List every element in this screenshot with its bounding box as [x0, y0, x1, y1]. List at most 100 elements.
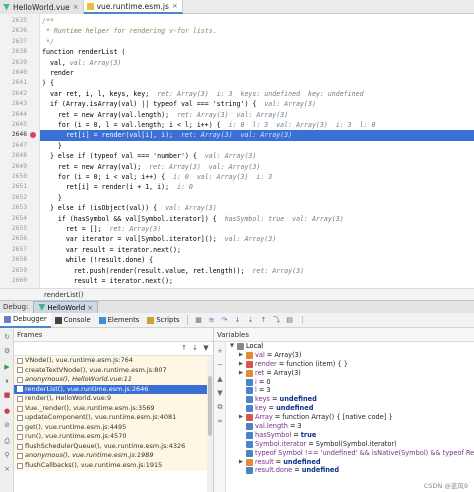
line-number[interactable]: 2640 [0, 68, 27, 78]
settings-icon[interactable]: ⚙ [2, 346, 12, 356]
stack-frame[interactable]: get(), vue.runtime.esm.js:4495 [14, 422, 213, 433]
pause-icon[interactable]: ⏸ [2, 376, 12, 386]
code-line[interactable]: ret[i] = render(i + 1, i); i: 0 [40, 182, 474, 192]
current-execution-line[interactable]: ret[i] = render(val[i], i); ret: Array(3… [40, 130, 474, 141]
frames-scrollbar[interactable] [207, 356, 213, 492]
print-icon[interactable]: ⎙ [2, 436, 12, 446]
close-icon[interactable]: × [2, 464, 12, 474]
variable-row[interactable]: ▶ val = Array(3) [226, 351, 474, 360]
variable-row[interactable]: keys = undefined [226, 395, 474, 404]
line-number[interactable]: 2650 [0, 172, 27, 182]
line-number[interactable]: 2660 [0, 276, 27, 286]
code-line[interactable]: result = iterator.next(); [40, 276, 474, 286]
code-line[interactable]: } else if (isObject(val)) { val: Array(3… [40, 203, 474, 213]
line-number[interactable]: 2643 [0, 99, 27, 109]
line-number[interactable]: 2645 [0, 120, 27, 130]
line-number[interactable]: 2642 [0, 89, 27, 99]
run-to-cursor-icon[interactable]: ⤵ [272, 315, 282, 325]
code-line[interactable]: var iterator = val[Symbol.iterator](); v… [40, 234, 474, 244]
variable-row[interactable]: ▶ Array = function Array() { [native code… [226, 413, 474, 422]
code-line[interactable]: val, val: Array(3) [40, 58, 474, 68]
code-line[interactable]: * Runtime helper for rendering v-for lis… [40, 26, 474, 36]
pin-icon[interactable]: ⚲ [2, 450, 12, 460]
code-line[interactable]: var ret, i, l, keys, key; ret: Array(3) … [40, 89, 474, 99]
code-line[interactable]: ret.push(render(result.value, ret.length… [40, 266, 474, 276]
glasses-icon[interactable]: ∞ [215, 416, 225, 426]
line-number[interactable]: 2652 [0, 193, 27, 203]
stack-frame[interactable]: render(), HelloWorld.vue:9 [14, 394, 213, 404]
variable-row[interactable]: ▶ ret = Array(3) [226, 369, 474, 378]
code-line[interactable]: } else if (typeof val === 'number') { va… [40, 151, 474, 161]
breakpoint-icon[interactable] [30, 132, 36, 139]
tab-elements[interactable]: Elements [95, 313, 144, 328]
tab-debugger[interactable]: Debugger [0, 312, 51, 328]
line-number[interactable]: 2647 [0, 141, 27, 151]
copy-icon[interactable]: ⧉ [215, 402, 225, 412]
code-area[interactable]: /** * Runtime helper for rendering v-for… [40, 14, 474, 288]
code-line[interactable]: var result = iterator.next(); [40, 245, 474, 255]
breadcrumb-function[interactable]: renderList() [44, 291, 84, 299]
line-number[interactable]: 2654 [0, 214, 27, 224]
rerun-icon[interactable]: ↻ [2, 332, 12, 342]
line-number[interactable]: 2658 [0, 255, 27, 265]
line-number[interactable]: 2639 [0, 58, 27, 68]
expand-arrow-icon[interactable]: ▶ [238, 413, 244, 422]
stack-frame[interactable]: flushCallbacks(), vue.runtime.esm.js:191… [14, 461, 213, 471]
selected-stack-frame[interactable]: renderList(), vue.runtime.esm.js:2646 [14, 384, 213, 395]
move-down-icon[interactable]: ▼ [215, 388, 225, 398]
line-number[interactable]: 2638 [0, 47, 27, 57]
code-line[interactable]: ret = new Array(val); ret: Array(3) val:… [40, 162, 474, 172]
variable-row[interactable]: result.done = undefined [226, 466, 474, 475]
breadcrumb[interactable]: renderList() [0, 288, 474, 300]
stack-frame[interactable]: anonymous(), vue.runtime.esm.js:1989 [14, 451, 213, 462]
line-number[interactable]: 2657 [0, 245, 27, 255]
mute-breakpoints-icon[interactable]: ⊘ [2, 420, 12, 430]
code-line[interactable]: ret = []; ret: Array(3) [40, 224, 474, 234]
tab-vue-runtime-esm[interactable]: vue.runtime.esm.js × [83, 0, 183, 14]
code-line[interactable]: /** [40, 16, 474, 26]
line-number[interactable]: 2649 [0, 162, 27, 172]
variable-row[interactable]: i = 0 [226, 378, 474, 387]
scrollbar-thumb[interactable] [208, 376, 212, 436]
step-out-icon[interactable]: ↑ [259, 315, 269, 325]
step-into-icon[interactable]: ↓ [233, 315, 243, 325]
variable-row[interactable]: l = 3 [226, 386, 474, 395]
code-line[interactable]: ) { [40, 78, 474, 88]
local-scope-node[interactable]: ▼ Local [226, 342, 474, 351]
evaluate-expression-icon[interactable]: ▤ [285, 315, 295, 325]
next-frame-icon[interactable]: ↓ [190, 343, 200, 354]
line-number[interactable]: 2659 [0, 266, 27, 276]
stack-frame[interactable]: Vue._render(), vue.runtime.esm.js:3569 [14, 403, 213, 414]
tab-console[interactable]: Console [51, 313, 95, 328]
code-line[interactable]: ret = new Array(val.length); ret: Array(… [40, 110, 474, 120]
move-up-icon[interactable]: ▲ [215, 374, 225, 384]
stack-frame[interactable]: flushSchedulerQueue(), vue.runtime.esm.j… [14, 441, 213, 452]
variable-row[interactable]: ▶ render = function (item) { } [226, 360, 474, 369]
stack-frame[interactable]: VNode(), vue.runtime.esm.js:764 [14, 356, 213, 366]
line-number[interactable]: 2646 [0, 130, 27, 140]
add-watch-icon[interactable]: + [215, 346, 225, 356]
expand-arrow-icon[interactable]: ▼ [229, 342, 235, 351]
expand-arrow-icon[interactable]: ▶ [238, 360, 244, 369]
stack-frame[interactable]: run(), vue.runtime.esm.js:4570 [14, 432, 213, 442]
variable-row[interactable]: val.length = 3 [226, 422, 474, 431]
code-line[interactable]: if (Array.isArray(val) || typeof val ===… [40, 99, 474, 109]
line-number[interactable]: 2655 [0, 224, 27, 234]
resume-icon[interactable]: ▶ [2, 362, 12, 372]
variable-row[interactable]: key = undefined [226, 404, 474, 413]
stop-icon[interactable]: ■ [2, 390, 12, 400]
code-line[interactable]: } [40, 141, 474, 151]
layout-icon[interactable]: ▦ [194, 315, 204, 325]
code-line[interactable]: if (hasSymbol && val[Symbol.iterator]) {… [40, 214, 474, 224]
force-step-into-icon[interactable]: ⇣ [246, 315, 256, 325]
line-number-gutter[interactable]: 2635 2636 2637 2638 2639 2640 2641 2642 2643 2644… [0, 14, 40, 288]
stack-frame[interactable]: createTextVNode(), vue.runtime.esm.js:80… [14, 365, 213, 376]
line-number[interactable]: 2648 [0, 151, 27, 161]
expand-arrow-icon[interactable]: ▶ [238, 351, 244, 360]
code-line[interactable]: */ [40, 37, 474, 47]
show-execution-point-icon[interactable]: ≡ [207, 315, 217, 325]
view-breakpoints-icon[interactable]: ● [2, 406, 12, 416]
stack-frame[interactable]: updateComponent(), vue.runtime.esm.js:40… [14, 413, 213, 423]
line-number[interactable]: 2656 [0, 234, 27, 244]
code-line[interactable]: } [40, 193, 474, 203]
